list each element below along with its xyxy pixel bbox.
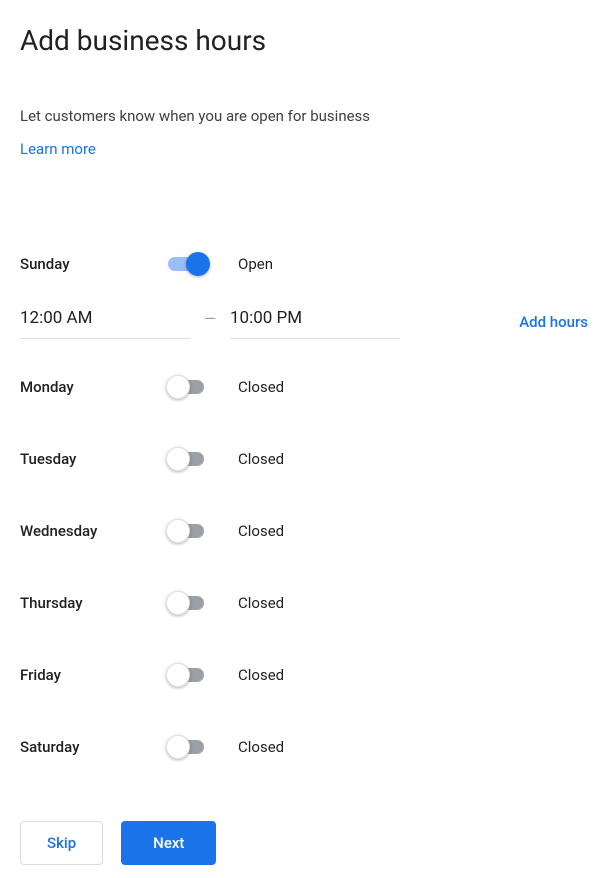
day-row-sunday: Sunday Open (20, 228, 588, 300)
status-thursday: Closed (238, 594, 284, 612)
status-wednesday: Closed (238, 522, 284, 540)
toggle-tuesday[interactable] (168, 447, 210, 471)
day-label-thursday: Thursday (20, 594, 168, 612)
day-label-friday: Friday (20, 666, 168, 684)
time-row-sunday: — Add hours (20, 304, 588, 339)
status-monday: Closed (238, 378, 284, 396)
day-label-monday: Monday (20, 378, 168, 396)
day-label-sunday: Sunday (20, 255, 168, 273)
toggle-saturday[interactable] (168, 735, 210, 759)
open-time-input-sunday[interactable] (20, 304, 190, 339)
toggle-sunday[interactable] (168, 252, 210, 276)
toggle-wednesday[interactable] (168, 519, 210, 543)
toggle-friday[interactable] (168, 663, 210, 687)
footer-actions: Skip Next (20, 821, 588, 865)
status-sunday: Open (238, 255, 273, 273)
add-hours-button[interactable]: Add hours (519, 313, 588, 331)
toggle-thursday[interactable] (168, 591, 210, 615)
next-button[interactable]: Next (121, 821, 216, 865)
day-label-wednesday: Wednesday (20, 522, 168, 540)
status-friday: Closed (238, 666, 284, 684)
time-separator: — (190, 309, 230, 334)
day-row-wednesday: Wednesday Closed (20, 495, 588, 567)
learn-more-link[interactable]: Learn more (20, 140, 96, 158)
subtitle-text: Let customers know when you are open for… (20, 107, 588, 125)
toggle-monday[interactable] (168, 375, 210, 399)
day-label-tuesday: Tuesday (20, 450, 168, 468)
status-saturday: Closed (238, 738, 284, 756)
day-row-monday: Monday Closed (20, 351, 588, 423)
status-tuesday: Closed (238, 450, 284, 468)
close-time-input-sunday[interactable] (230, 304, 400, 339)
page-title: Add business hours (20, 24, 588, 57)
day-row-tuesday: Tuesday Closed (20, 423, 588, 495)
day-row-saturday: Saturday Closed (20, 711, 588, 783)
day-row-thursday: Thursday Closed (20, 567, 588, 639)
day-row-friday: Friday Closed (20, 639, 588, 711)
day-label-saturday: Saturday (20, 738, 168, 756)
skip-button[interactable]: Skip (20, 821, 103, 865)
